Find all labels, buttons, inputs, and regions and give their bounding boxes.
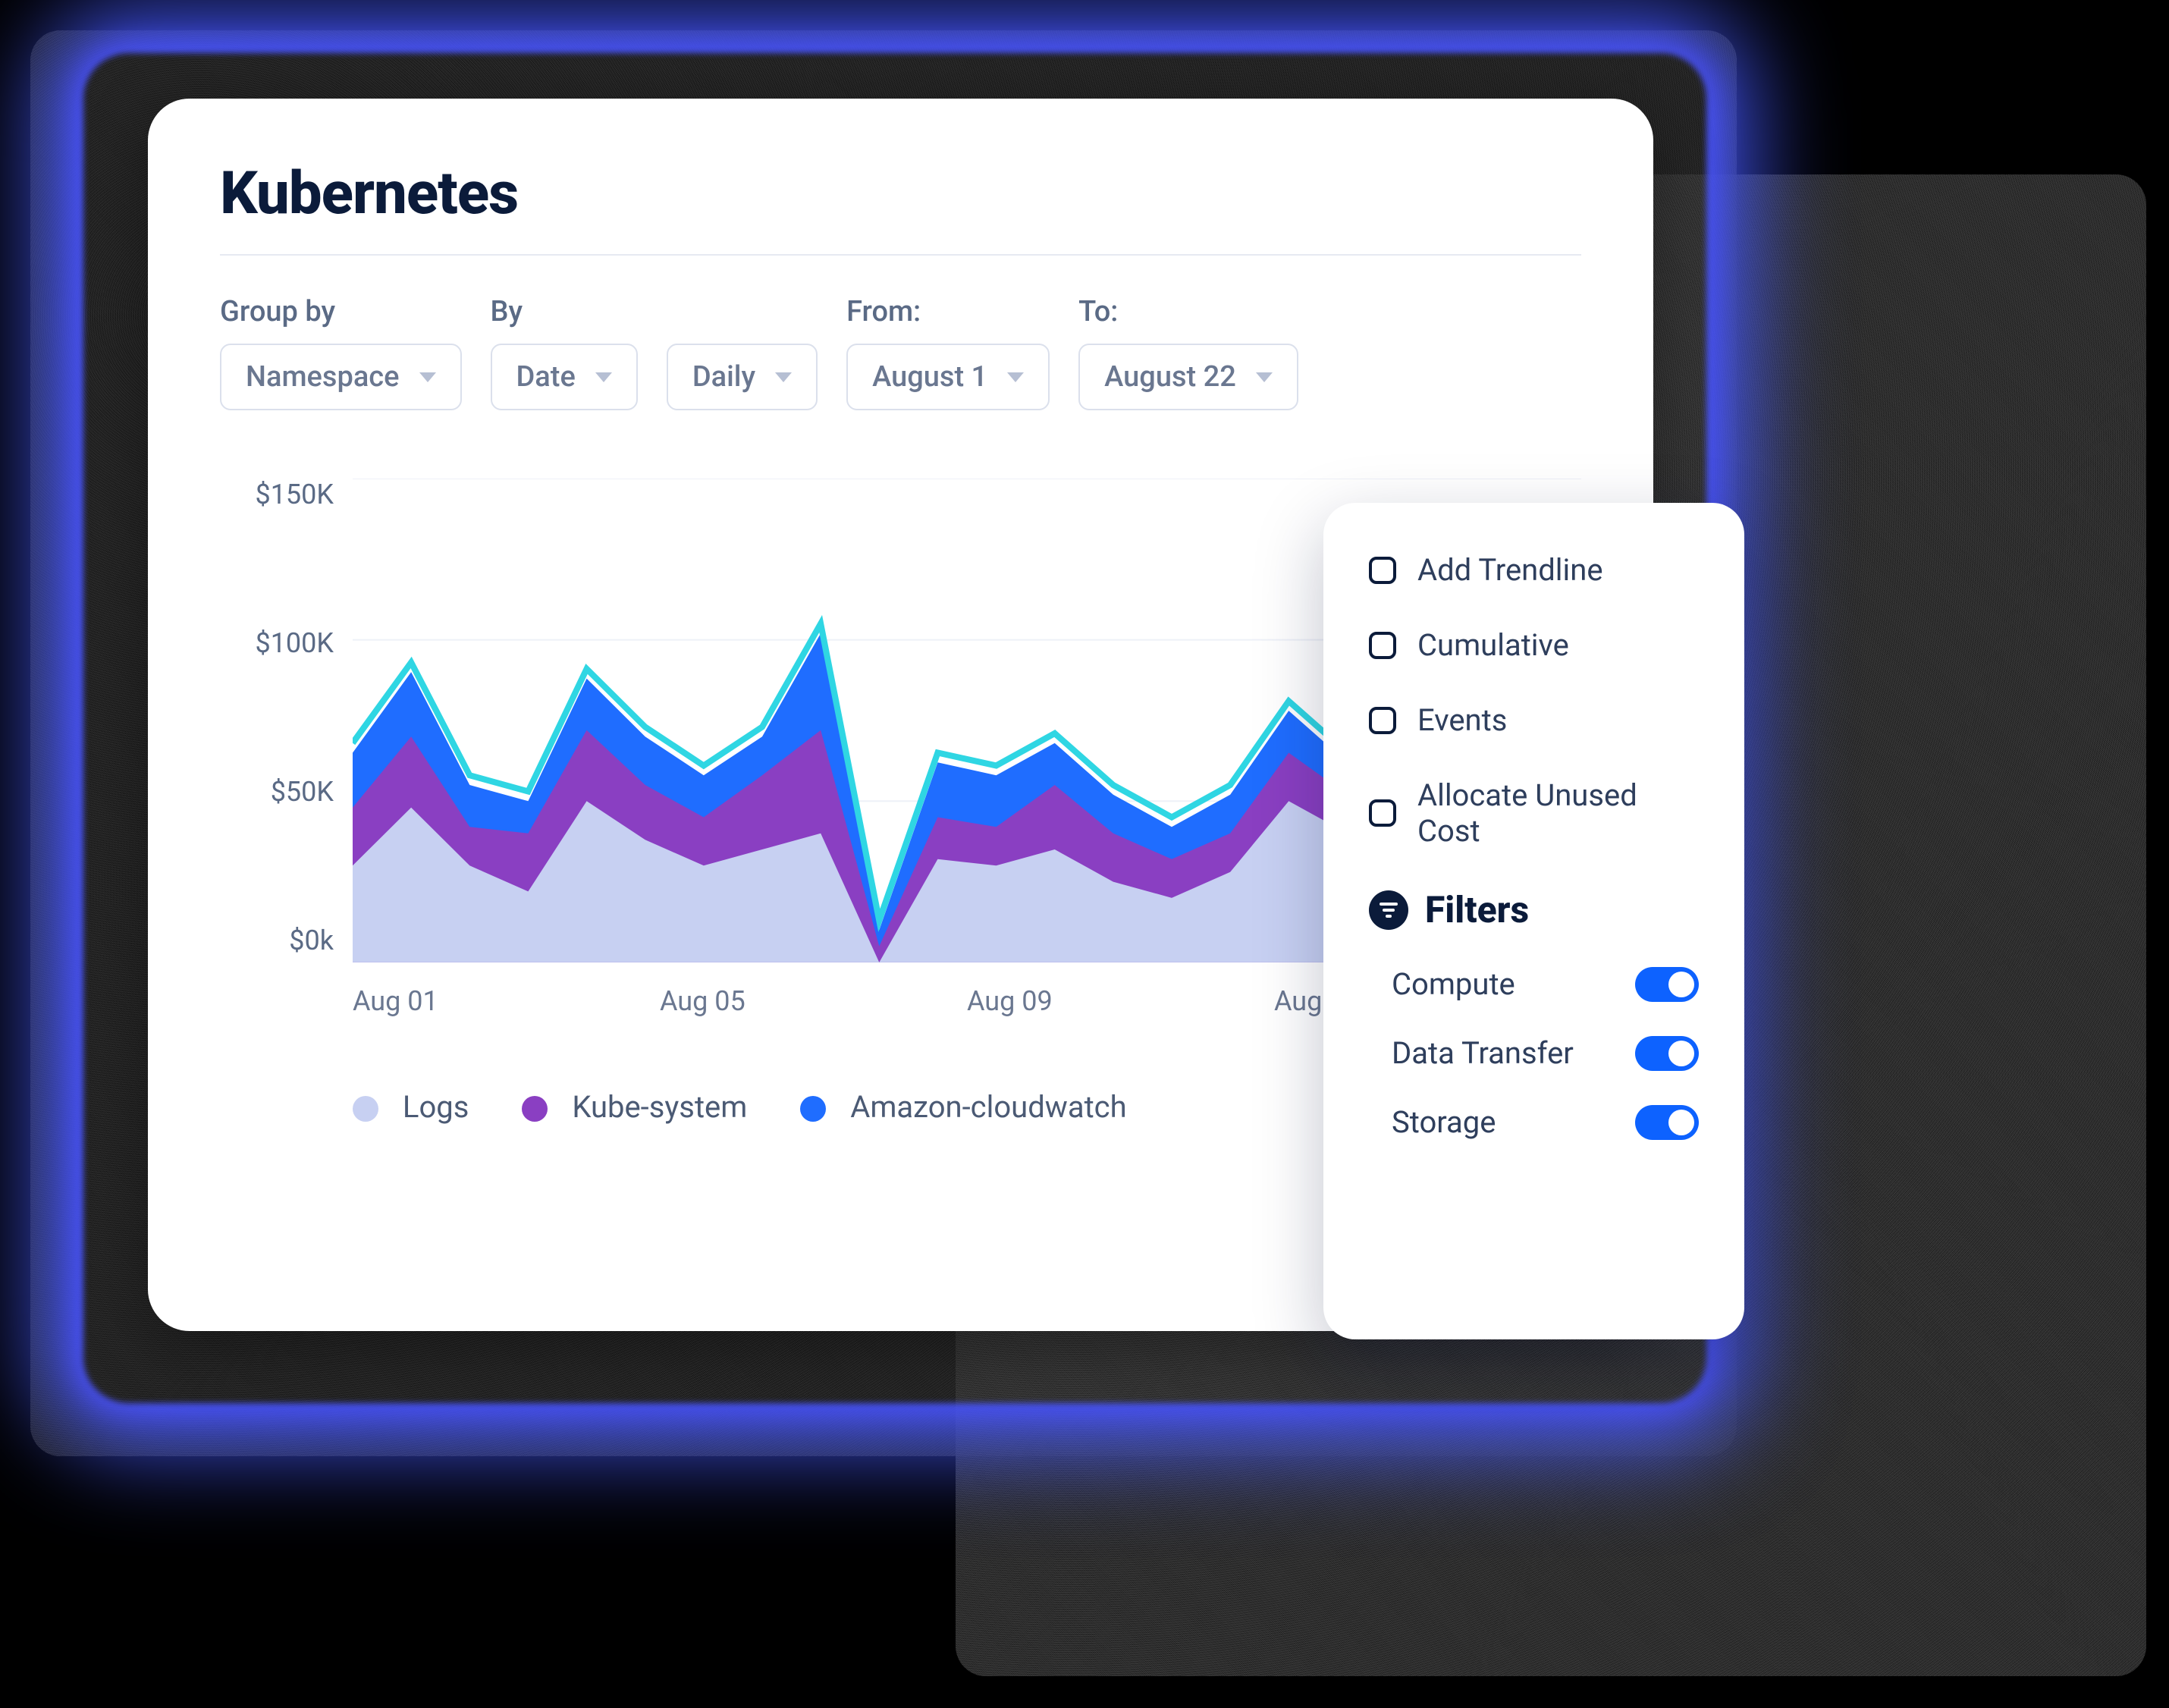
legend-item: Amazon-cloudwatch [800,1089,1126,1125]
legend-label: Amazon-cloudwatch [850,1089,1126,1125]
checkbox-icon [1369,799,1396,827]
y-axis-labels: $150K $100K $50K $0k [212,479,334,956]
legend-label: Kube-system [572,1089,747,1125]
option-label: Cumulative [1417,627,1569,663]
option-allocate-unused-cost[interactable]: Allocate Unused Cost [1369,777,1699,849]
group-by-select[interactable]: Namespace [220,344,462,410]
option-label: Events [1417,702,1507,738]
legend-item: Logs [353,1089,469,1125]
controls-row: Group by Namespace By Date Daily From: A… [220,295,1581,410]
chevron-down-icon [775,372,792,382]
option-add-trendline[interactable]: Add Trendline [1369,552,1699,588]
by-control: By Date [491,295,638,410]
ytick: $0k [289,925,334,956]
toggle-storage[interactable] [1635,1105,1699,1140]
ytick: $100K [255,627,334,659]
filter-storage: Storage [1369,1104,1699,1140]
from-label: From: [846,295,1050,328]
toggle-compute[interactable] [1635,967,1699,1002]
to-label: To: [1078,295,1298,328]
filter-icon [1369,890,1408,930]
filter-compute: Compute [1369,966,1699,1002]
swatch-amazon-cloudwatch [800,1096,826,1122]
checkbox-icon [1369,632,1396,659]
swatch-logs [353,1096,378,1122]
filters-heading: Filters [1369,888,1699,931]
group-by-control: Group by Namespace [220,295,462,410]
by-value: Date [516,360,576,394]
granularity-select[interactable]: Daily [667,344,818,410]
option-label: Add Trendline [1417,552,1603,588]
filter-label: Data Transfer [1392,1035,1574,1071]
from-select[interactable]: August 1 [846,344,1050,410]
from-value: August 1 [872,360,987,394]
legend-label: Logs [403,1089,469,1125]
to-select[interactable]: August 22 [1078,344,1298,410]
option-label: Allocate Unused Cost [1417,777,1699,849]
chevron-down-icon [419,372,436,382]
xtick: Aug 09 [967,985,1274,1017]
granularity-value: Daily [692,360,755,394]
by-select[interactable]: Date [491,344,638,410]
group-by-label: Group by [220,295,462,328]
filters-panel: Add Trendline Cumulative Events Allocate… [1323,503,1744,1339]
checkbox-icon [1369,557,1396,584]
filter-label: Storage [1392,1104,1496,1140]
filters-title: Filters [1425,888,1529,931]
by-label: By [491,295,638,328]
chevron-down-icon [595,372,612,382]
option-events[interactable]: Events [1369,702,1699,738]
granularity-control: Daily [667,295,818,410]
swatch-kube-system [522,1096,548,1122]
page-title: Kubernetes [220,159,1581,228]
to-control: To: August 22 [1078,295,1298,410]
from-control: From: August 1 [846,295,1050,410]
xtick: Aug 01 [353,985,660,1017]
option-cumulative[interactable]: Cumulative [1369,627,1699,663]
checkbox-icon [1369,707,1396,734]
toggle-data-transfer[interactable] [1635,1036,1699,1071]
filter-data-transfer: Data Transfer [1369,1035,1699,1071]
group-by-value: Namespace [246,360,400,394]
xtick: Aug 05 [660,985,967,1017]
filter-label: Compute [1392,966,1515,1002]
spacer [667,295,818,328]
chevron-down-icon [1256,372,1273,382]
legend-item: Kube-system [522,1089,747,1125]
ytick: $50K [271,776,334,808]
divider [220,254,1581,256]
ytick: $150K [255,479,334,510]
chevron-down-icon [1007,372,1024,382]
to-value: August 22 [1104,360,1236,394]
